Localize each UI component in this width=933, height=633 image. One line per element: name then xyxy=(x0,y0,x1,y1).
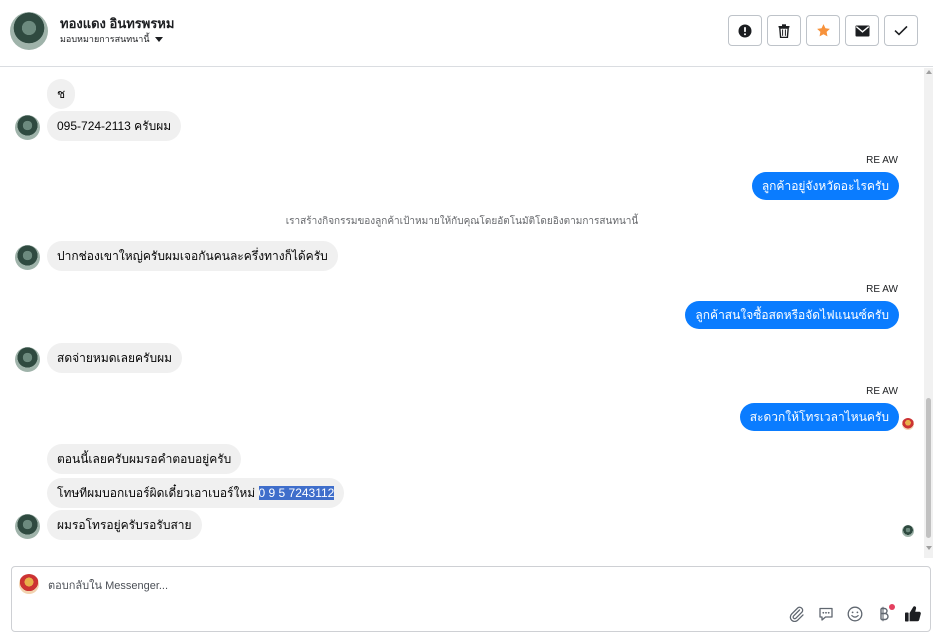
incoming-message[interactable]: ตอนนี้เลยครับผมรอคำตอบอยู่ครับ xyxy=(47,444,242,474)
sender-name: RE AW xyxy=(866,155,898,166)
payment-button[interactable] xyxy=(875,604,895,623)
incoming-message[interactable]: โทษทีผมบอกเบอร์ผิดเดี๋ยวเอาเบอร์ใหม่ 0 9… xyxy=(47,478,345,508)
message-text: โทษทีผมบอกเบอร์ผิดเดี๋ยวเอาเบอร์ใหม่ xyxy=(57,486,259,500)
alert-icon xyxy=(738,24,752,37)
assign-conversation-dropdown[interactable]: มอบหมายการสนทนานี้ xyxy=(60,32,163,46)
contact-avatar-small xyxy=(15,514,40,539)
thumbs-up-icon xyxy=(905,606,921,622)
scroll-up-arrow-icon[interactable] xyxy=(926,70,932,74)
notification-dot xyxy=(889,604,895,610)
message-thread[interactable]: ช 095-724-2113 ครับผม RE AW ลูกค้าอยู่จั… xyxy=(0,68,924,558)
contact-avatar-small xyxy=(15,347,40,372)
emoji-button[interactable] xyxy=(846,605,864,623)
mark-spam-button[interactable] xyxy=(728,15,762,46)
incoming-message[interactable]: สดจ่ายหมดเลยครับผม xyxy=(47,343,183,373)
reply-input[interactable] xyxy=(48,578,648,594)
contact-avatar-small xyxy=(15,245,40,270)
incoming-message[interactable]: ปากช่องเขาใหญ่ครับผมเจอกันคนละครึ่งทางก็… xyxy=(47,241,338,271)
system-notice: เราสร้างกิจกรรมของลูกค้าเป้าหมายให้กับคุ… xyxy=(285,216,639,227)
read-receipt-avatar xyxy=(902,525,914,537)
thread-scrollbar[interactable] xyxy=(924,68,933,558)
check-icon xyxy=(894,25,908,36)
selected-phone-number[interactable]: 0 9 5 7243112 xyxy=(258,486,335,500)
read-receipt-avatar xyxy=(902,418,914,430)
incoming-message[interactable]: ช xyxy=(47,79,76,109)
mark-unread-button[interactable] xyxy=(845,15,879,46)
incoming-message[interactable]: 095-724-2113 ครับผม xyxy=(47,111,182,141)
attach-file-button[interactable] xyxy=(788,605,806,623)
sender-name: RE AW xyxy=(866,386,898,397)
delete-button[interactable] xyxy=(767,15,801,46)
scroll-down-arrow-icon[interactable] xyxy=(926,546,932,550)
outgoing-message[interactable]: ลูกค้าอยู่จังหวัดอะไรครับ xyxy=(751,172,899,200)
header-actions xyxy=(728,15,918,46)
contact-avatar-small xyxy=(15,115,40,140)
contact-avatar[interactable] xyxy=(10,12,48,50)
conversation-header: ทองแดง อินทรพรหม มอบหมายการสนทนานี้ xyxy=(0,0,933,67)
reply-composer xyxy=(11,566,931,632)
scrollbar-thumb[interactable] xyxy=(926,398,931,538)
sender-name: RE AW xyxy=(866,284,898,295)
envelope-icon xyxy=(855,25,869,36)
saved-reply-icon xyxy=(819,607,833,621)
mark-done-button[interactable] xyxy=(884,15,918,46)
page-avatar xyxy=(19,574,39,594)
trash-icon xyxy=(778,23,790,38)
composer-tools xyxy=(788,604,922,623)
star-button[interactable] xyxy=(806,15,840,46)
saved-replies-button[interactable] xyxy=(817,605,835,623)
paperclip-icon xyxy=(789,606,804,622)
outgoing-message[interactable]: ลูกค้าสนใจซื้อสดหรือจัดไฟแนนซ์ครับ xyxy=(685,301,899,329)
emoji-icon xyxy=(847,606,863,622)
send-like-button[interactable] xyxy=(904,605,922,623)
assign-conversation-label: มอบหมายการสนทนานี้ xyxy=(60,34,150,44)
star-icon xyxy=(816,24,830,37)
incoming-message[interactable]: ผมรอโทรอยู่ครับรอรับสาย xyxy=(47,510,202,540)
contact-name[interactable]: ทองแดง อินทรพรหม xyxy=(60,13,174,34)
outgoing-message[interactable]: สะดวกให้โทรเวลาไหนครับ xyxy=(739,403,899,431)
caret-down-icon xyxy=(154,36,163,42)
